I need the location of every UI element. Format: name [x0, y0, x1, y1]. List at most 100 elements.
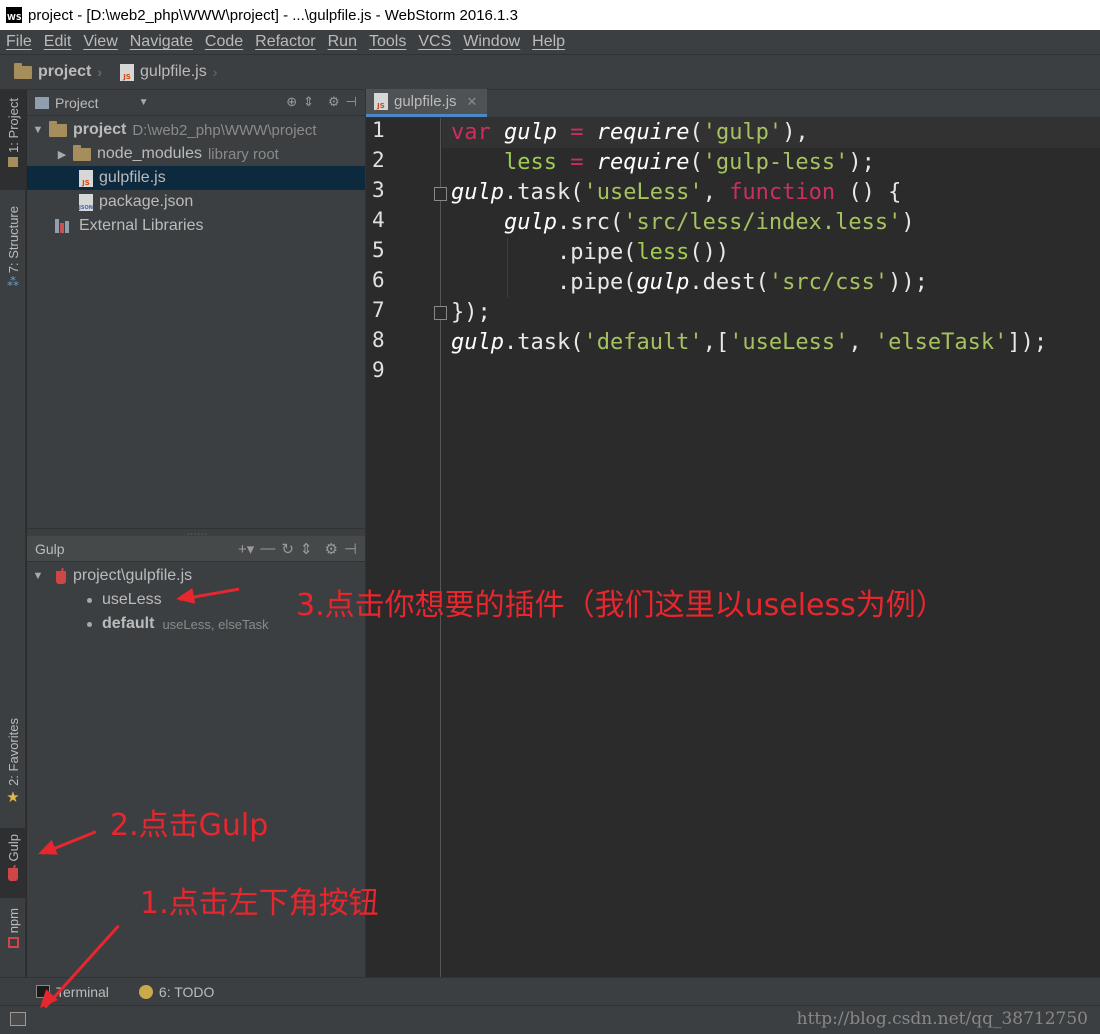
expand-down-icon[interactable]: ▼ — [31, 124, 45, 136]
tree-root-path: D:\web2_php\WWW\project — [132, 121, 317, 139]
star-icon: ★ — [6, 788, 20, 806]
menu-edit[interactable]: Edit — [38, 33, 78, 51]
structure-icon: ⁂ — [7, 275, 19, 290]
code-line-8: gulp.task('default',['useLess', 'elseTas… — [451, 330, 1048, 355]
tree-item-gulpfile[interactable]: JS gulpfile.js — [27, 166, 365, 190]
tab-gulp[interactable]: Gulp — [0, 828, 26, 898]
menu-code[interactable]: Code — [199, 33, 249, 51]
add-icon[interactable]: +▾ — [238, 540, 254, 558]
code-line-3: gulp.task('useLess', function () { — [451, 180, 902, 205]
expand-down-icon[interactable]: ▼ — [31, 570, 45, 582]
tree-item-project-root[interactable]: ▼ project D:\web2_php\WWW\project — [27, 118, 365, 142]
tab-todo-label: 6: TODO — [158, 983, 215, 1000]
library-icon — [55, 219, 73, 233]
menu-view[interactable]: View — [77, 33, 123, 51]
project-view-icon — [35, 96, 49, 109]
line-number: 9 — [372, 358, 385, 382]
task-dependencies: useLess, elseTask — [162, 616, 269, 632]
webstorm-logo-icon: WS — [6, 7, 22, 23]
project-folder-icon — [8, 156, 18, 167]
tab-todo[interactable]: 6: TODO — [129, 984, 225, 1000]
code-line-1: var gulp = require('gulp'), — [451, 120, 809, 145]
window-title: project - [D:\web2_php\WWW\project] - ..… — [28, 6, 518, 24]
code-line-4: gulp.src('src/less/index.less') — [503, 210, 915, 235]
locate-icon[interactable]: ⊕ — [286, 94, 297, 110]
dropdown-arrow-icon[interactable]: ▼ — [139, 97, 149, 108]
json-file-icon: JSON — [79, 193, 93, 211]
gulp-panel-title: Gulp — [35, 540, 65, 557]
menu-refactor[interactable]: Refactor — [249, 33, 321, 51]
hide-panel-icon[interactable]: ⊣ — [344, 540, 357, 558]
editor-tab-gulpfile[interactable]: JS gulpfile.js ✕ — [366, 89, 488, 117]
code-line-6: .pipe(gulp.dest('src/css')); — [451, 270, 928, 295]
task-bullet-icon — [87, 597, 92, 603]
tree-item-node-modules[interactable]: ▶ node_modules library root — [27, 142, 365, 166]
editor-tab-label: gulpfile.js — [394, 93, 457, 110]
task-name: useLess — [102, 591, 162, 608]
code-editor: JS gulpfile.js ✕ 1 2 3 4 5 6 7 8 9 var g… — [365, 89, 1100, 978]
toggle-tool-windows-button[interactable] — [10, 1012, 26, 1026]
tree-gulpfile-label: gulpfile.js — [99, 169, 166, 186]
folder-icon — [73, 144, 91, 161]
project-tree: ▼ project D:\web2_php\WWW\project ▶ node… — [27, 116, 365, 238]
line-number: 2 — [372, 148, 385, 172]
tree-package-label: package.json — [99, 193, 194, 210]
js-file-icon: JS — [79, 169, 93, 187]
expand-right-icon[interactable]: ▶ — [55, 148, 69, 161]
menu-vcs[interactable]: VCS — [412, 33, 457, 51]
todo-icon — [138, 984, 153, 999]
gulp-file-label: project\gulpfile.js — [73, 567, 193, 584]
collapse-all-icon[interactable]: ⇕ — [300, 540, 313, 558]
menu-window[interactable]: Window — [457, 33, 526, 51]
gear-icon[interactable]: ⚙ — [324, 540, 337, 558]
annotation-step-3: 3.点击你想要的插件（我们这里以useless为例） — [296, 588, 946, 623]
menu-run[interactable]: Run — [322, 33, 363, 51]
tree-item-external-libraries[interactable]: External Libraries — [27, 214, 365, 238]
line-number: 4 — [372, 208, 385, 232]
tree-root-label: project — [73, 121, 127, 138]
hide-panel-icon[interactable]: ⊣ — [346, 94, 357, 110]
project-panel-title[interactable]: Project — [55, 95, 99, 111]
refresh-icon[interactable]: ↻ — [281, 540, 294, 558]
breadcrumb-project[interactable]: project › — [0, 62, 106, 81]
arrowhead-icon — [174, 587, 196, 607]
menu-tools[interactable]: Tools — [363, 33, 412, 51]
tab-npm-label: npm — [5, 908, 21, 934]
breadcrumb-file-label: gulpfile.js — [140, 63, 207, 80]
annotation-step-2: 2.点击Gulp — [110, 808, 269, 843]
watermark: http://blog.csdn.net/qq_38712750 — [796, 1009, 1088, 1029]
tree-external-label: External Libraries — [79, 217, 204, 234]
project-panel: Project ▼ ⊕ ⇕ ⚙ ⊣ ▼ project D:\web2_php\… — [27, 90, 365, 528]
breadcrumb-file[interactable]: JS gulpfile.js › — [106, 63, 221, 81]
js-file-icon: JS — [374, 93, 388, 110]
fold-marker-icon[interactable] — [434, 306, 447, 320]
editor-tab-bar: JS gulpfile.js ✕ — [366, 89, 1100, 118]
tab-structure[interactable]: 7: Structure ⁂ — [0, 206, 26, 316]
panel-splitter[interactable]: ······ — [27, 528, 365, 539]
breadcrumb-project-label: project — [38, 63, 92, 80]
close-icon[interactable]: ✕ — [467, 94, 478, 110]
left-tool-stripe: 1: Project 7: Structure ⁂ 2: Favorites ★… — [0, 90, 26, 978]
window-title-bar: WS project - [D:\web2_php\WWW\project] -… — [0, 0, 1100, 30]
menu-help[interactable]: Help — [526, 33, 571, 51]
gulp-panel-header: Gulp +▾ — ↻ ⇕ ⚙ ⊣ — [27, 536, 365, 562]
tree-library-root-hint: library root — [207, 145, 279, 163]
remove-icon[interactable]: — — [260, 540, 275, 558]
chevron-right-icon: › — [97, 64, 103, 80]
fold-marker-icon[interactable] — [434, 187, 447, 201]
collapse-all-icon[interactable]: ⇕ — [303, 94, 314, 110]
code-line-5: .pipe(less()) — [451, 240, 730, 265]
tree-item-package-json[interactable]: JSON package.json — [27, 190, 365, 214]
menu-bar: File Edit View Navigate Code Refactor Ru… — [0, 30, 1100, 54]
menu-navigate[interactable]: Navigate — [124, 33, 199, 51]
tab-favorites-label: 2: Favorites — [5, 718, 21, 786]
code-line-2: less = require('gulp-less'); — [503, 150, 875, 175]
gulp-icon — [55, 568, 67, 584]
tab-project[interactable]: 1: Project — [0, 90, 26, 190]
code-area[interactable]: 1 2 3 4 5 6 7 8 9 var gulp = require('gu… — [366, 118, 1100, 978]
tab-favorites[interactable]: 2: Favorites ★ — [0, 718, 26, 818]
tab-npm[interactable]: npm — [0, 908, 26, 968]
menu-file[interactable]: File — [0, 33, 38, 51]
gear-icon[interactable]: ⚙ — [328, 94, 340, 110]
folder-icon — [14, 62, 32, 79]
